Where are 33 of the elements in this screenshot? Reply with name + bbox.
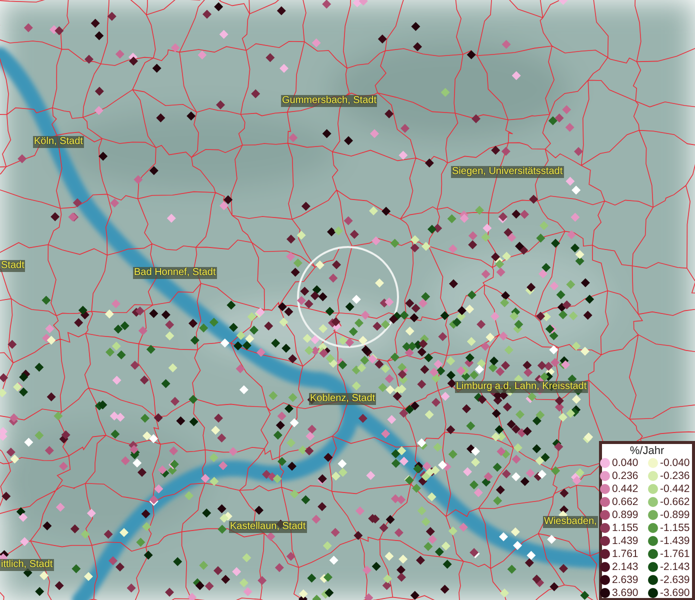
place-label: Gummersbach, Stadt [281, 95, 378, 107]
legend-value: -2.639 [660, 575, 691, 585]
legend-value: -1.439 [660, 536, 691, 546]
legend-value: -0.899 [660, 510, 691, 520]
place-label: Köln, Stadt [33, 136, 84, 148]
legend-value: 3.690 [612, 588, 640, 598]
legend-value: -0.662 [660, 497, 691, 507]
legend-value: -0.442 [660, 484, 691, 494]
legend-value: -1.155 [660, 523, 691, 533]
legend-value: 1.761 [612, 549, 640, 559]
legend-value: 0.236 [612, 471, 640, 481]
place-label: Wiesbaden, [543, 516, 598, 528]
place-label: ittlich, Stadt [0, 559, 54, 571]
place-label: Stadt [0, 260, 26, 272]
legend-value: -3.690 [660, 588, 691, 598]
legend-value: 2.143 [612, 562, 640, 572]
legend-value: -0.236 [660, 471, 691, 481]
place-label: Koblenz, Stadt [309, 393, 376, 405]
legend-value: -0.040 [660, 458, 691, 468]
place-label: Kastellaun, Stadt [229, 521, 307, 533]
legend-value: -1.761 [660, 549, 691, 559]
legend-value: 2.639 [612, 575, 640, 585]
legend-title: %/Jahr [630, 445, 664, 458]
legend-value: 0.442 [612, 484, 640, 494]
legend-value: 1.155 [612, 523, 640, 533]
place-label: Siegen, Universitätsstadt [451, 166, 564, 178]
legend-value: -2.143 [660, 562, 691, 572]
legend-value: 1.439 [612, 536, 640, 546]
legend-value: 0.040 [612, 458, 640, 468]
place-label: Bad Honnef, Stadt [133, 267, 217, 279]
place-label: Limburg a.d. Lahn, Kreisstadt [455, 381, 588, 393]
legend-value: 0.899 [612, 510, 640, 520]
legend-value: 0.662 [612, 497, 640, 507]
